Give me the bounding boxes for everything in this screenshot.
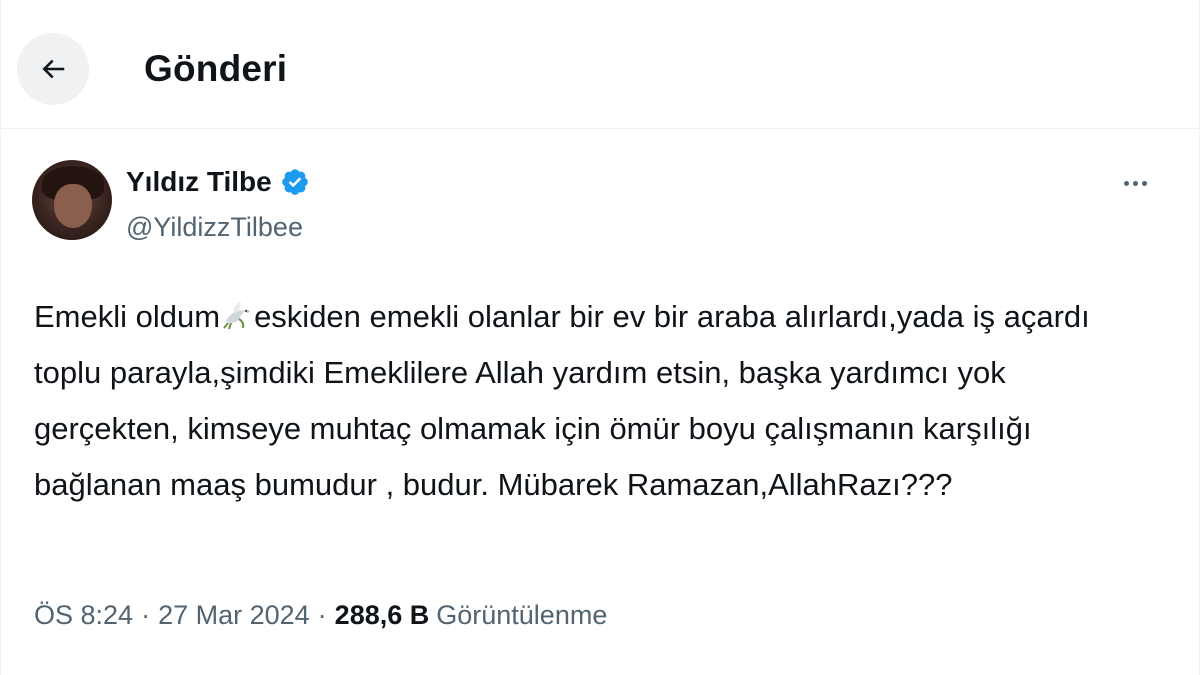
views-count: 288,6 B bbox=[334, 600, 430, 630]
author-handle[interactable]: @YildizzTilbee bbox=[126, 212, 303, 243]
tweet-time[interactable]: ÖS 8:24 bbox=[34, 600, 133, 631]
tweet-meta: ÖS 8:24 · 27 Mar 2024 · 288,6 B Görüntül… bbox=[34, 600, 607, 631]
arrow-left-icon bbox=[42, 59, 65, 79]
tweet-text-part-1: Emekli oldum bbox=[34, 299, 221, 334]
page-title: Gönderi bbox=[144, 48, 288, 89]
back-button[interactable] bbox=[17, 33, 89, 105]
avatar-face bbox=[54, 184, 92, 228]
post-header: Gönderi bbox=[1, 0, 1199, 140]
verified-badge-icon[interactable] bbox=[280, 167, 310, 197]
tweet-date[interactable]: 27 Mar 2024 bbox=[158, 600, 310, 631]
views-label: Görüntülenme bbox=[436, 600, 608, 630]
tweet-text: Emekli oldum eskiden emekli olanlar bir … bbox=[34, 289, 1144, 513]
more-options-icon[interactable] bbox=[1113, 168, 1157, 198]
post-view: Gönderi Yıldız Tilbe @YildizzTilbee Emek… bbox=[0, 0, 1200, 675]
dot bbox=[1132, 180, 1138, 186]
meta-separator: · bbox=[141, 600, 151, 630]
dot bbox=[1123, 180, 1129, 186]
meta-separator: · bbox=[317, 600, 327, 630]
author-display-name: Yıldız Tilbe bbox=[126, 166, 272, 197]
avatar[interactable] bbox=[32, 160, 112, 240]
header-divider bbox=[1, 128, 1199, 129]
author-name[interactable]: Yıldız Tilbe bbox=[126, 166, 310, 198]
dot bbox=[1141, 180, 1147, 186]
dove-icon bbox=[223, 302, 251, 330]
